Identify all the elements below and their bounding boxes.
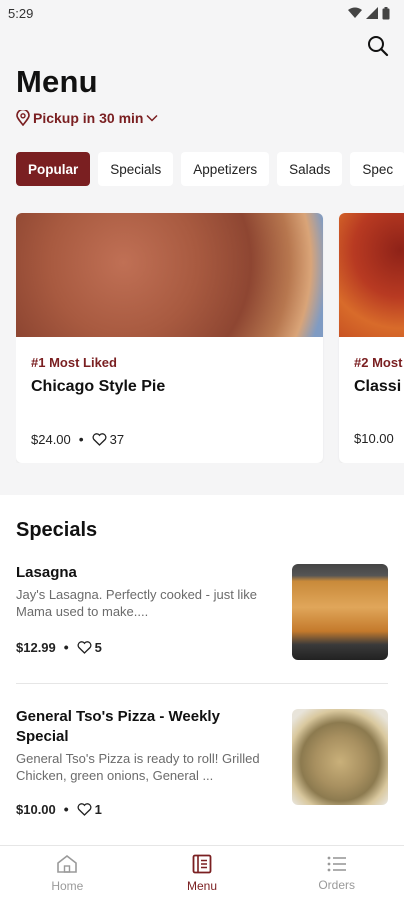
- card-name: Classi: [354, 378, 402, 395]
- tab-popular[interactable]: Popular: [16, 152, 91, 186]
- item-name: General Tso's Pizza - Weekly Special: [16, 708, 220, 745]
- likes-count: 1: [94, 801, 102, 817]
- status-bar: 5:29: [0, 0, 404, 26]
- nav-home-label: Home: [51, 878, 84, 893]
- item-likes: 5: [77, 640, 102, 655]
- item-description: Jay's Lasagna. Perfectly cooked - just l…: [16, 587, 257, 619]
- separator-dot: •: [78, 431, 84, 447]
- item-description: General Tso's Pizza is ready to roll! Gr…: [16, 751, 260, 783]
- lasagna-image: [292, 564, 388, 660]
- chevron-down-icon: [146, 114, 159, 122]
- card-meta: $24.00 • 37: [31, 431, 124, 447]
- featured-card[interactable]: #2 Most Classi $10.00: [339, 213, 404, 463]
- nav-home[interactable]: Home: [0, 846, 135, 900]
- card-rank: #2 Most: [354, 355, 403, 370]
- card-price: $24.00: [31, 431, 71, 447]
- pickup-label: Pickup in 30 min: [33, 110, 144, 126]
- chicago-pie-image: [16, 213, 323, 337]
- item-name: Lasagna: [16, 564, 77, 581]
- list-item[interactable]: Lasagna Jay's Lasagna. Perfectly cooked …: [16, 563, 388, 663]
- wifi-icon: [348, 7, 362, 18]
- tab-specials[interactable]: Specials: [98, 152, 174, 186]
- nav-orders[interactable]: Orders: [269, 846, 404, 900]
- card-rank: #1 Most Liked: [31, 355, 117, 370]
- signal-icon: [366, 7, 378, 19]
- specials-section: Specials Lasagna Jay's Lasagna. Perfectl…: [0, 495, 404, 845]
- list-icon: [327, 856, 346, 871]
- tab-salads[interactable]: Salads: [277, 152, 343, 186]
- status-time: 5:29: [8, 5, 34, 21]
- general-tso-pizza-image: [292, 709, 388, 805]
- divider: [16, 683, 388, 684]
- heart-icon: [77, 640, 92, 654]
- category-tabs: Popular Specials Appetizers Salads Spec: [16, 152, 404, 186]
- page-title: Menu: [16, 64, 98, 99]
- item-price: $10.00: [16, 801, 56, 817]
- location-pin-icon: [16, 110, 30, 126]
- item-price: $12.99: [16, 639, 56, 655]
- item-meta: $12.99 • 5: [16, 639, 102, 655]
- likes-count: 37: [109, 431, 125, 447]
- home-icon: [57, 854, 78, 873]
- tab-appetizers[interactable]: Appetizers: [181, 152, 270, 186]
- featured-carousel: #1 Most Liked Chicago Style Pie $24.00 •…: [16, 213, 404, 463]
- list-item[interactable]: General Tso's Pizza - Weekly Special Gen…: [16, 707, 388, 827]
- pickup-selector[interactable]: Pickup in 30 min: [16, 110, 159, 126]
- heart-icon: [77, 802, 92, 816]
- card-likes: 37: [92, 432, 124, 447]
- featured-card[interactable]: #1 Most Liked Chicago Style Pie $24.00 •…: [16, 213, 323, 463]
- separator-dot: •: [63, 801, 69, 817]
- card-price: $10.00: [354, 431, 394, 446]
- item-likes: 1: [77, 802, 102, 817]
- tab-specialty[interactable]: Spec: [350, 152, 404, 186]
- search-button[interactable]: [363, 31, 393, 61]
- nav-orders-label: Orders: [318, 877, 356, 892]
- bottom-nav: Home Menu Orders: [0, 845, 404, 900]
- card-meta: $10.00: [354, 431, 394, 446]
- item-meta: $10.00 • 1: [16, 801, 102, 817]
- nav-menu-label: Menu: [186, 878, 218, 893]
- status-icons: [348, 6, 390, 20]
- search-icon: [368, 36, 389, 57]
- card-name: Chicago Style Pie: [31, 378, 166, 395]
- likes-count: 5: [94, 639, 102, 655]
- separator-dot: •: [63, 639, 69, 655]
- heart-icon: [92, 432, 107, 446]
- section-title: Specials: [16, 519, 98, 541]
- battery-icon: [382, 6, 390, 19]
- menu-book-icon: [192, 854, 212, 873]
- nav-menu[interactable]: Menu: [135, 846, 270, 900]
- classic-pie-image: [339, 213, 404, 337]
